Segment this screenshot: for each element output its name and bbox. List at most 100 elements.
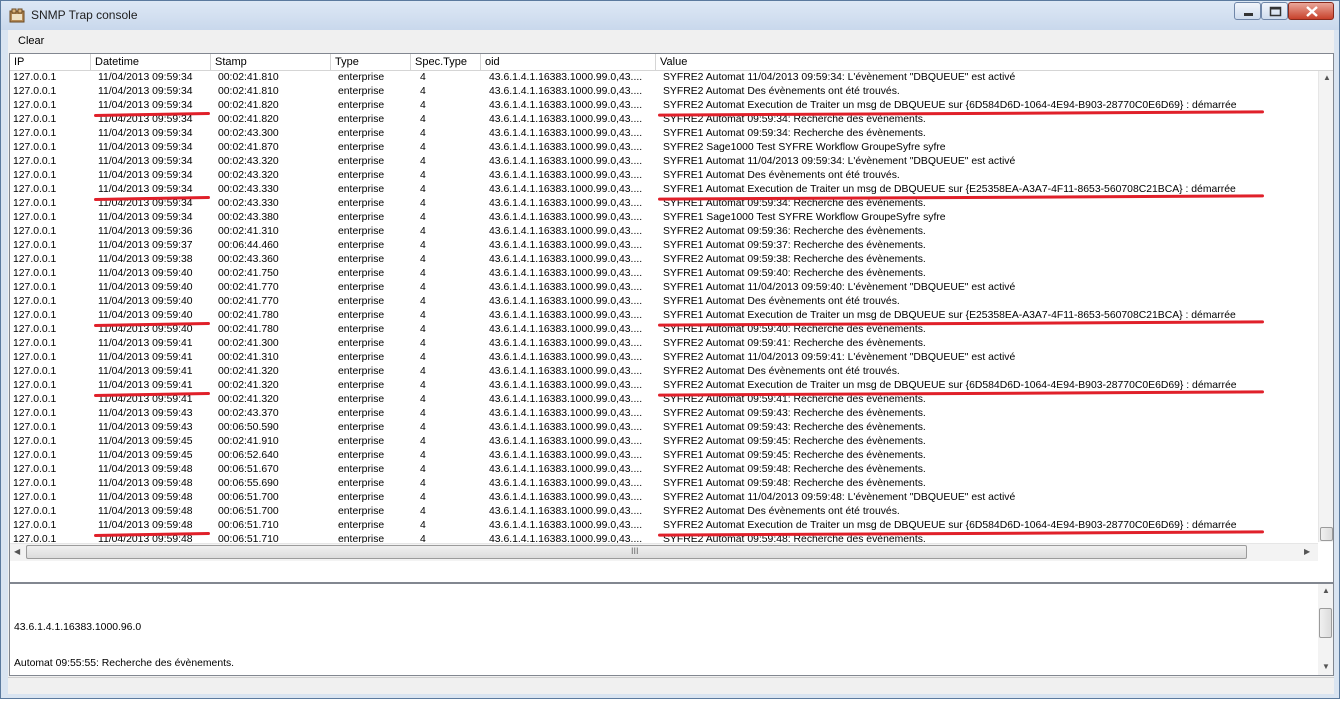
cell-ip: 127.0.0.1 — [13, 268, 57, 279]
cell-ip: 127.0.0.1 — [13, 254, 57, 265]
scroll-left-icon[interactable]: ◀ — [14, 547, 20, 556]
table-row[interactable]: 127.0.0.1 11/04/2013 09:59:34 00:02:43.320… — [10, 169, 1318, 183]
cell-ip: 127.0.0.1 — [13, 198, 57, 209]
table-row[interactable]: 127.0.0.1 11/04/2013 09:59:38 00:02:43.360… — [10, 253, 1318, 267]
scroll-up-icon[interactable]: ▲ — [1323, 73, 1331, 82]
table-row[interactable]: 127.0.0.1 11/04/2013 09:59:43 00:02:43.370… — [10, 407, 1318, 421]
table-row[interactable]: 127.0.0.1 11/04/2013 09:59:34 00:02:41.870… — [10, 141, 1318, 155]
table-row[interactable]: 127.0.0.1 11/04/2013 09:59:34 00:02:43.380… — [10, 211, 1318, 225]
cell-oid: 43.6.1.4.1.16383.1000.99.0,43.... — [489, 198, 643, 209]
cell-datetime: 11/04/2013 09:59:45 — [98, 450, 193, 461]
table-row[interactable]: 127.0.0.1 11/04/2013 09:59:48 00:06:51.700… — [10, 491, 1318, 505]
cell-oid: 43.6.1.4.1.16383.1000.99.0,43.... — [489, 100, 643, 111]
cell-datetime: 11/04/2013 09:59:34 — [98, 184, 193, 195]
cell-stamp: 00:02:43.360 — [218, 254, 279, 265]
table-row[interactable]: 127.0.0.1 11/04/2013 09:59:45 00:06:52.640… — [10, 449, 1318, 463]
cell-oid: 43.6.1.4.1.16383.1000.99.0,43.... — [489, 338, 643, 349]
table-row[interactable]: 127.0.0.1 11/04/2013 09:59:40 00:02:41.750… — [10, 267, 1318, 281]
cell-datetime: 11/04/2013 09:59:48 — [98, 492, 193, 503]
cell-spec-type: 4 — [420, 436, 426, 447]
column-header-oid[interactable]: oid — [481, 54, 656, 70]
cell-ip: 127.0.0.1 — [13, 366, 57, 377]
column-header-stamp[interactable]: Stamp — [211, 54, 331, 70]
title-bar[interactable]: SNMP Trap console — [1, 1, 1339, 30]
app-window: SNMP Trap console Clear IP Datetime Stam… — [0, 0, 1340, 699]
cell-type: enterprise — [338, 296, 385, 307]
cell-oid: 43.6.1.4.1.16383.1000.99.0,43.... — [489, 324, 643, 335]
horizontal-scrollbar[interactable]: ◀ III ▶ — [10, 543, 1318, 561]
cell-datetime: 11/04/2013 09:59:34 — [98, 170, 193, 181]
table-row[interactable]: 127.0.0.1 11/04/2013 09:59:34 00:02:43.300… — [10, 127, 1318, 141]
table-row[interactable]: 127.0.0.1 11/04/2013 09:59:48 00:06:51.700… — [10, 505, 1318, 519]
cell-type: enterprise — [338, 324, 385, 335]
cell-value: SYFRE1 Automat Des évènements ont été tr… — [663, 296, 900, 307]
table-row[interactable]: 127.0.0.1 11/04/2013 09:59:40 00:02:41.770… — [10, 295, 1318, 309]
cell-oid: 43.6.1.4.1.16383.1000.99.0,43.... — [489, 212, 643, 223]
table-row[interactable]: 127.0.0.1 11/04/2013 09:59:41 00:02:41.300… — [10, 337, 1318, 351]
cell-datetime: 11/04/2013 09:59:45 — [98, 436, 193, 447]
window-title: SNMP Trap console — [31, 8, 138, 22]
cell-type: enterprise — [338, 464, 385, 475]
table-row[interactable]: 127.0.0.1 11/04/2013 09:59:37 00:06:44.460… — [10, 239, 1318, 253]
cell-oid: 43.6.1.4.1.16383.1000.99.0,43.... — [489, 352, 643, 363]
cell-stamp: 00:02:41.810 — [218, 86, 279, 97]
table-row[interactable]: 127.0.0.1 11/04/2013 09:59:41 00:02:41.310… — [10, 351, 1318, 365]
cell-spec-type: 4 — [420, 212, 426, 223]
minimize-button[interactable] — [1234, 2, 1261, 20]
cell-stamp: 00:02:41.910 — [218, 436, 279, 447]
detail-vertical-scrollbar[interactable]: ▲ ▼ — [1318, 584, 1333, 675]
column-header-ip[interactable]: IP — [10, 54, 91, 70]
cell-datetime: 11/04/2013 09:59:34 — [98, 72, 193, 83]
cell-stamp: 00:02:41.320 — [218, 380, 279, 391]
cell-oid: 43.6.1.4.1.16383.1000.99.0,43.... — [489, 268, 643, 279]
cell-spec-type: 4 — [420, 324, 426, 335]
cell-oid: 43.6.1.4.1.16383.1000.99.0,43.... — [489, 296, 643, 307]
close-button[interactable] — [1288, 2, 1334, 20]
column-header-datetime[interactable]: Datetime — [91, 54, 211, 70]
vertical-scroll-thumb[interactable] — [1320, 527, 1333, 541]
table-row[interactable]: 127.0.0.1 11/04/2013 09:59:41 00:02:41.320… — [10, 365, 1318, 379]
clear-button[interactable]: Clear — [12, 32, 50, 50]
scroll-right-icon[interactable]: ▶ — [1304, 547, 1310, 556]
cell-type: enterprise — [338, 450, 385, 461]
cell-ip: 127.0.0.1 — [13, 100, 57, 111]
cell-spec-type: 4 — [420, 380, 426, 391]
column-header-value[interactable]: Value — [656, 54, 1333, 70]
cell-spec-type: 4 — [420, 506, 426, 517]
detail-scroll-thumb[interactable] — [1319, 608, 1332, 638]
trap-list[interactable]: IP Datetime Stamp Type Spec.Type oid Val… — [9, 53, 1334, 583]
table-row[interactable]: 127.0.0.1 11/04/2013 09:59:43 00:06:50.590… — [10, 421, 1318, 435]
detail-pane[interactable]: 43.6.1.4.1.16383.1000.96.0 Automat 09:55… — [9, 583, 1334, 676]
table-row[interactable]: 127.0.0.1 11/04/2013 09:59:48 00:06:55.690… — [10, 477, 1318, 491]
cell-type: enterprise — [338, 184, 385, 195]
table-row[interactable]: 127.0.0.1 11/04/2013 09:59:34 00:02:41.810… — [10, 71, 1318, 85]
cell-type: enterprise — [338, 394, 385, 405]
table-row[interactable]: 127.0.0.1 11/04/2013 09:59:36 00:02:41.310… — [10, 225, 1318, 239]
cell-oid: 43.6.1.4.1.16383.1000.99.0,43.... — [489, 492, 643, 503]
table-row[interactable]: 127.0.0.1 11/04/2013 09:59:45 00:02:41.910… — [10, 435, 1318, 449]
vertical-scrollbar[interactable]: ▲ — [1318, 71, 1333, 542]
cell-oid: 43.6.1.4.1.16383.1000.99.0,43.... — [489, 520, 643, 531]
table-row[interactable]: 127.0.0.1 11/04/2013 09:59:48 00:06:51.670… — [10, 463, 1318, 477]
cell-value: SYFRE2 Automat 09:59:48: Recherche des é… — [663, 464, 926, 475]
horizontal-scroll-thumb[interactable]: III — [26, 545, 1247, 559]
cell-stamp: 00:02:41.820 — [218, 100, 279, 111]
column-header-spec-type[interactable]: Spec.Type — [411, 54, 481, 70]
detail-scroll-up-icon[interactable]: ▲ — [1322, 586, 1330, 595]
cell-value: SYFRE2 Automat Des évènements ont été tr… — [663, 506, 900, 517]
cell-type: enterprise — [338, 310, 385, 321]
column-header-type[interactable]: Type — [331, 54, 411, 70]
cell-oid: 43.6.1.4.1.16383.1000.99.0,43.... — [489, 156, 643, 167]
table-row[interactable]: 127.0.0.1 11/04/2013 09:59:34 00:02:41.810… — [10, 85, 1318, 99]
cell-spec-type: 4 — [420, 198, 426, 209]
cell-oid: 43.6.1.4.1.16383.1000.99.0,43.... — [489, 282, 643, 293]
table-row[interactable]: 127.0.0.1 11/04/2013 09:59:40 00:02:41.770… — [10, 281, 1318, 295]
cell-oid: 43.6.1.4.1.16383.1000.99.0,43.... — [489, 464, 643, 475]
cell-oid: 43.6.1.4.1.16383.1000.99.0,43.... — [489, 86, 643, 97]
maximize-button[interactable] — [1261, 2, 1288, 20]
cell-stamp: 00:02:43.370 — [218, 408, 279, 419]
table-row[interactable]: 127.0.0.1 11/04/2013 09:59:34 00:02:43.320… — [10, 155, 1318, 169]
cell-spec-type: 4 — [420, 170, 426, 181]
cell-type: enterprise — [338, 506, 385, 517]
detail-scroll-down-icon[interactable]: ▼ — [1322, 662, 1330, 671]
